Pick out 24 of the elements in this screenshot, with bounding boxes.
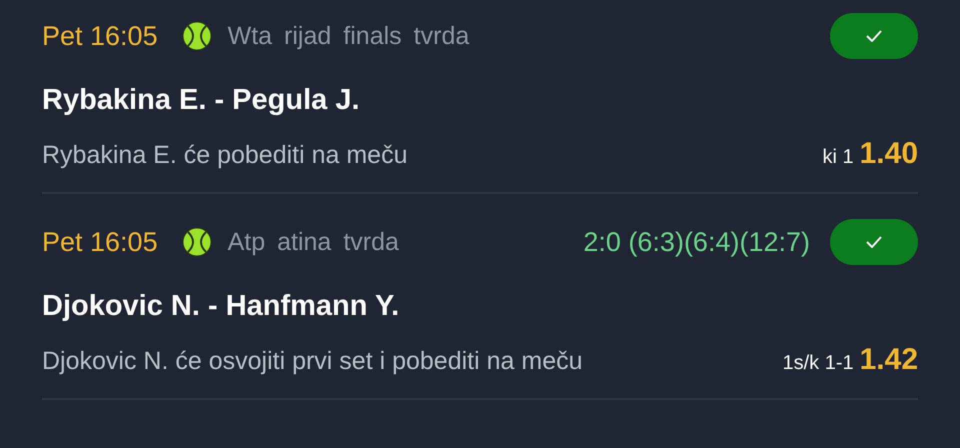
match-title: Djokovic N. - Hanfmann Y. bbox=[42, 290, 400, 323]
status-button[interactable] bbox=[830, 219, 918, 265]
league-label: tvrda bbox=[414, 22, 470, 50]
league-label: rijad bbox=[284, 22, 332, 50]
checkmark-icon bbox=[866, 30, 882, 42]
league-label: tvrda bbox=[343, 228, 399, 256]
match-score: 2:0 (6:3)(6:4)(12:7) bbox=[583, 226, 810, 258]
league-label: Wta bbox=[228, 22, 272, 50]
status-button[interactable] bbox=[830, 13, 918, 59]
market-code: 1s/k 1-1 bbox=[782, 352, 854, 375]
match-time: Pet 16:05 bbox=[42, 20, 158, 52]
bet-pick: Djokovic N. će osvojiti prvi set i pobediti na meču bbox=[42, 347, 583, 376]
market-code: ki 1 bbox=[822, 146, 854, 169]
match-time: Pet 16:05 bbox=[42, 226, 158, 258]
league-label: atina bbox=[277, 228, 332, 256]
odds-value: 1.42 bbox=[860, 343, 918, 377]
checkmark-icon bbox=[866, 236, 882, 248]
league-label: Atp bbox=[228, 228, 266, 256]
tennis-ball-icon bbox=[182, 21, 212, 51]
match-title: Rybakina E. - Pegula J. bbox=[42, 84, 360, 117]
bet-pick: Rybakina E. će pobediti na meču bbox=[42, 141, 408, 170]
league-label: finals bbox=[343, 22, 402, 50]
tennis-ball-icon bbox=[182, 227, 212, 257]
odds-value: 1.40 bbox=[860, 137, 918, 171]
